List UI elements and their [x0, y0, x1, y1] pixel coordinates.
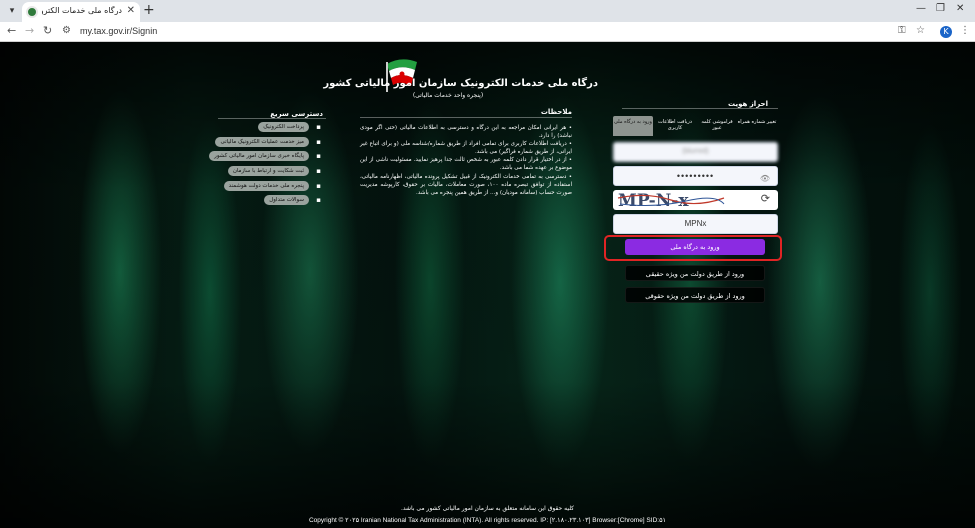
quick-access-heading: دسترسی سریع: [270, 110, 323, 118]
bullet-icon: ▪: [316, 137, 321, 146]
footer-copyright: Copyright © ۲۰۲۵ Iranian National Tax Ad…: [308, 517, 667, 524]
bullet-icon: ▪: [316, 167, 321, 176]
tab-change-mobile[interactable]: تغییر شماره همراه: [737, 116, 777, 136]
browser-toolbar: ← → ↻ ⚙ my.tax.gov.ir/Signin ⚿ ☆ K ⋮: [0, 22, 975, 42]
tab-forgot-password[interactable]: فراموشی کلمه عبور: [697, 116, 737, 136]
note-item: • دریافت اطلاعات کاربری برای تمامی افراد…: [360, 141, 572, 156]
footer-rights: کلیه حقوق این سامانه متعلق به سازمان امو…: [400, 505, 575, 512]
login-heading: احراز هویت: [728, 100, 768, 108]
password-key-icon[interactable]: ⚿: [898, 25, 906, 36]
captcha-container: MP-N-x ⟳: [613, 190, 778, 210]
username-field[interactable]: (blurred): [613, 142, 778, 162]
dolat-man-real-person-button[interactable]: ورود از طریق دولت من ویژه حقیقی: [625, 265, 765, 281]
login-tabs: ورود به درگاه ملی دریافت اطلاعات کاربری …: [613, 116, 778, 136]
captcha-refresh-icon[interactable]: ⟳: [761, 192, 770, 205]
password-field[interactable]: ••••••••• 👁: [613, 166, 778, 186]
tab-get-user-info[interactable]: دریافت اطلاعات کاربری: [655, 116, 695, 136]
login-form: (blurred) ••••••••• 👁 MP-N-x ⟳ MPNx: [613, 136, 778, 236]
tab-title: درگاه ملی خدمات الکترونیک ساز...: [42, 6, 122, 15]
profile-avatar[interactable]: K: [940, 26, 952, 38]
browser-tab[interactable]: درگاه ملی خدمات الکترونیک ساز... ✕: [22, 2, 140, 22]
note-item: • از در اختیار قرار دادن کلمه عبور به شخ…: [360, 157, 572, 172]
quick-access-list: پرداخت الکترونیک ▪ میز خدمت عملیات الکترو…: [209, 121, 325, 209]
quick-item-smart-gov[interactable]: پنجره ملی خدمات دولت هوشمند ▪: [215, 180, 325, 195]
notes-heading: ملاحظات: [540, 108, 572, 116]
quick-item-payment[interactable]: پرداخت الکترونیک ▪: [215, 121, 325, 136]
login-button[interactable]: ورود به درگاه ملی: [625, 239, 765, 255]
new-tab-icon[interactable]: +: [143, 3, 155, 17]
note-item: • هر ایرانی امکان مراجعه به این درگاه و …: [360, 125, 572, 140]
tab-search-icon[interactable]: ▾: [4, 3, 20, 19]
menu-kebab-icon[interactable]: ⋮: [960, 25, 970, 36]
quick-item-complaint[interactable]: ثبت شکایت و ارتباط با سازمان ▪: [215, 165, 325, 180]
eye-slash-icon[interactable]: 👁: [760, 170, 771, 188]
site-info-icon[interactable]: ⚙: [62, 25, 71, 36]
captcha-image: MP-N-x: [617, 191, 725, 210]
bullet-icon: ▪: [316, 152, 321, 161]
dolat-man-legal-person-button[interactable]: ورود از طریق دولت من ویژه حقوقی: [625, 287, 765, 303]
back-icon[interactable]: ←: [7, 24, 16, 37]
login-divider: [622, 108, 778, 109]
site-title: درگاه ملی خدمات الکترونیک سازمان امور ما…: [323, 78, 598, 89]
captcha-image-text: MP-N-x: [618, 191, 689, 210]
site-subtitle: (پنجره واحد خدمات مالیاتی): [412, 92, 484, 99]
minimize-icon[interactable]: —: [916, 3, 926, 14]
reload-icon[interactable]: ↻: [43, 24, 52, 37]
quick-item-label[interactable]: میز خدمت عملیات الکترونیک مالیاتی: [215, 136, 309, 147]
page-background: درگاه ملی خدمات الکترونیک سازمان امور ما…: [0, 42, 975, 528]
quick-item-news[interactable]: پایگاه خبری سازمان امور مالیاتی کشور ▪: [209, 150, 325, 165]
quick-item-label[interactable]: پایگاه خبری سازمان امور مالیاتی کشور: [209, 151, 309, 162]
flag-logo-icon: [386, 59, 417, 92]
bullet-icon: ▪: [316, 181, 321, 190]
bookmark-star-icon[interactable]: ☆: [916, 25, 925, 36]
tab-close-icon[interactable]: ✕: [127, 5, 135, 16]
bullet-icon: ▪: [316, 123, 321, 131]
restore-icon[interactable]: ❐: [936, 3, 945, 14]
close-window-icon[interactable]: ✕: [956, 3, 964, 14]
quick-access-divider: [218, 118, 326, 119]
notes-list: • هر ایرانی امکان مراجعه به این درگاه و …: [360, 124, 572, 197]
forward-icon[interactable]: →: [25, 24, 34, 37]
quick-item-label[interactable]: پرداخت الکترونیک: [258, 122, 309, 132]
site-favicon-icon: [26, 6, 38, 18]
notes-divider: [360, 117, 572, 118]
browser-tabbar: ▾ درگاه ملی خدمات الکترونیک ساز... ✕ + —…: [0, 0, 975, 22]
quick-item-label[interactable]: سوالات متداول: [264, 195, 309, 206]
quick-item-label[interactable]: پنجره ملی خدمات دولت هوشمند: [223, 180, 309, 191]
password-value: •••••••••: [676, 171, 715, 181]
note-item: • دسترسی به تمامی خدمات الکترونیک از قبی…: [360, 173, 572, 196]
bullet-icon: ▪: [316, 196, 321, 205]
captcha-input[interactable]: MPNx: [613, 214, 778, 234]
quick-item-label[interactable]: ثبت شکایت و ارتباط با سازمان: [227, 166, 309, 177]
quick-item-service-desk[interactable]: میز خدمت عملیات الکترونیک مالیاتی ▪: [215, 136, 325, 151]
quick-item-faq[interactable]: سوالات متداول ▪: [215, 194, 325, 209]
tab-login-portal[interactable]: ورود به درگاه ملی: [613, 116, 653, 136]
address-bar[interactable]: my.tax.gov.ir/Signin: [80, 26, 157, 36]
